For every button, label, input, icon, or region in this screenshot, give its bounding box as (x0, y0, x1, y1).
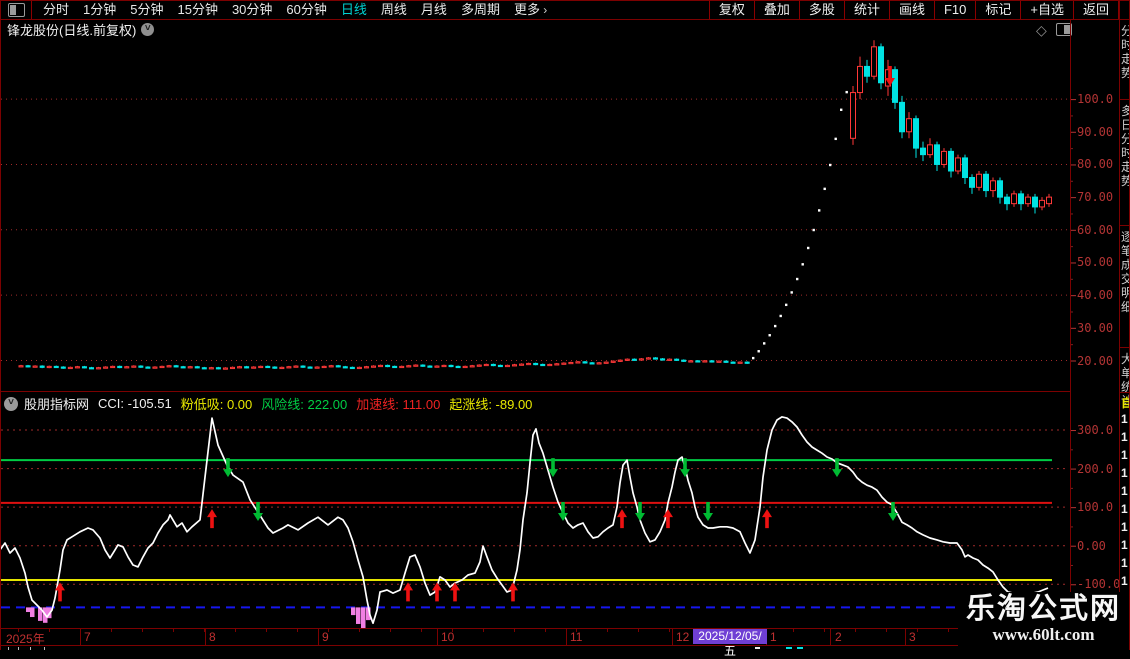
cci-axis-label-300: 300.0 (1077, 423, 1114, 438)
action-menu: 复权 叠加 多股 统计 画线 F10 标记 +自选 返回 (708, 0, 1119, 19)
period-tab-更多[interactable]: 更多 › (507, 0, 560, 20)
date-grid-line (830, 628, 831, 645)
cci-axis-label-0: 0.00 (1077, 538, 1106, 553)
date-grid-line (905, 628, 906, 645)
date-label-9: 9 (322, 630, 329, 644)
main-axis-label-40: 40.00 (1077, 288, 1114, 303)
action-叠加[interactable]: 叠加 (753, 0, 799, 19)
period-tab-5分钟[interactable]: 5分钟 (123, 0, 170, 19)
period-tab-日线[interactable]: 日线 (334, 0, 374, 19)
date-label-11: 11 (570, 630, 583, 644)
strip-quote-row: 1 (1121, 466, 1128, 480)
main-axis-label-20: 20.00 (1077, 353, 1114, 368)
main-axis-label-90: 90.00 (1077, 124, 1114, 139)
indicator-field: 加速线: 111.00 (356, 397, 441, 412)
date-label-8: 8 (209, 630, 216, 644)
chevron-down-circle-icon[interactable]: ˅ (141, 23, 155, 36)
menu-divider (0, 19, 1130, 20)
action-多股[interactable]: 多股 (798, 0, 844, 19)
period-tab-60分钟[interactable]: 60分钟 (279, 0, 333, 19)
window-border-left (0, 0, 1, 650)
date-label-3: 3 (909, 630, 916, 644)
action-复权[interactable]: 复权 (708, 0, 754, 19)
stock-title: 锋龙股份(日线.前复权) (7, 23, 137, 38)
period-tab-15分钟[interactable]: 15分钟 (170, 0, 224, 19)
plot-right-boundary (1070, 20, 1071, 646)
main-axis-label-60: 60.00 (1077, 222, 1114, 237)
indicator-field: 风险线: 222.00 (261, 397, 348, 412)
date-label-10: 10 (441, 630, 455, 644)
date-grid-line (672, 628, 673, 645)
strip-quote-row: 1 (1121, 484, 1128, 498)
diamond-icon[interactable]: ◇ (1036, 22, 1047, 39)
main-axis-label-30: 30.00 (1077, 320, 1114, 335)
strip-left-boundary (1119, 0, 1120, 646)
period-tab-周线[interactable]: 周线 (374, 0, 414, 19)
period-tab-月线[interactable]: 月线 (414, 0, 454, 19)
period-tab-30分钟[interactable]: 30分钟 (225, 0, 279, 19)
action-标记[interactable]: 标记 (975, 0, 1020, 19)
indicator-fields: 粉低吸: 0.00 风险线: 222.00 加速线: 111.00 起涨线: -89.… (181, 394, 542, 413)
date-label-7: 7 (84, 630, 91, 644)
date-grid-line (318, 628, 319, 645)
action-+自选[interactable]: +自选 (1020, 0, 1073, 19)
date-grid-line (566, 628, 567, 645)
action-统计[interactable]: 统计 (843, 0, 889, 19)
title-bar: 锋龙股份(日线.前复权) ˅ (7, 21, 155, 38)
main-axis-label-70: 70.00 (1077, 190, 1114, 205)
trading-app-window: { "top_menu": { "items": [ {"label":"分时"… (0, 0, 1130, 658)
cci-axis-label--100: -100.0 (1077, 577, 1121, 592)
main-axis-label-50: 50.00 (1077, 255, 1114, 270)
period-tab-1分钟[interactable]: 1分钟 (76, 0, 123, 19)
cci-axis-label-200: 200.0 (1077, 461, 1114, 476)
indicator-field: 起涨线: -89.00 (449, 397, 533, 412)
date-grid-line (205, 628, 206, 645)
bottom-mark (786, 647, 792, 649)
strip-quote-row: 1 (1121, 556, 1128, 570)
bottom-mark (797, 647, 803, 649)
strip-quote-row: 1 (1121, 412, 1128, 426)
indicator-header: ˅ 股朋指标网 CCI: -105.51 粉低吸: 0.00 风险线: 222.0… (4, 394, 541, 413)
period-tab-多周期[interactable]: 多周期 (454, 0, 507, 19)
date-label-1: 1 (770, 630, 777, 644)
period-menu: 分时 1分钟 5分钟 15分钟 30分钟 60分钟 日线 周线 月线 多周期 更多 › (31, 0, 560, 19)
strip-quote-row: 1 (1121, 448, 1128, 462)
period-tab-分时[interactable]: 分时 (36, 0, 76, 19)
collapse-indicator-icon[interactable]: ˅ (4, 396, 18, 411)
action-F10[interactable]: F10 (933, 0, 975, 19)
strip-quote-row: 1 (1121, 520, 1128, 534)
date-axis-top (0, 628, 1070, 629)
watermark-url: www.60lt.com (992, 625, 1095, 644)
date-label-2: 2 (835, 630, 842, 644)
main-axis-label-100: 100.0 (1077, 92, 1114, 107)
action-返回[interactable]: 返回 (1072, 0, 1119, 19)
cci-value: CCI: -105.51 (98, 396, 172, 411)
chart-canvas (0, 40, 1076, 629)
strip-quote-row: 1 (1121, 538, 1128, 552)
top-menu-bar: 分时 1分钟 5分钟 15分钟 30分钟 60分钟 日线 周线 月线 多周期 更多 › 复权 叠加 多股… (0, 0, 1130, 19)
main-axis-label-80: 80.00 (1077, 157, 1114, 172)
date-axis: 2025年 7 8 9 10 11 12 1 2 3 2025/12/05/五 (0, 628, 1070, 658)
cci-axis-label-100: 100.0 (1077, 500, 1114, 515)
date-grid-line (437, 628, 438, 645)
layout-toggle-icon[interactable] (8, 2, 25, 17)
date-label-12: 12 (676, 630, 690, 644)
indicator-source[interactable]: 股朋指标网 (24, 394, 89, 413)
action-画线[interactable]: 画线 (888, 0, 934, 19)
strip-quote-row: 1 (1121, 502, 1128, 516)
window-border-top (0, 0, 1130, 1)
current-date-highlight: 2025/12/05/五 (693, 629, 767, 658)
date-axis-bottom (0, 645, 1070, 646)
panel-divider (0, 391, 1070, 392)
watermark-title: 乐淘公式网 (965, 593, 1121, 625)
indicator-field: 粉低吸: 0.00 (180, 397, 253, 412)
strip-quote-row: 1 (1121, 430, 1128, 444)
watermark: 乐淘公式网 www.60lt.com (957, 592, 1129, 647)
bottom-mark (755, 647, 760, 649)
strip-quote-row: 1 (1121, 574, 1128, 588)
